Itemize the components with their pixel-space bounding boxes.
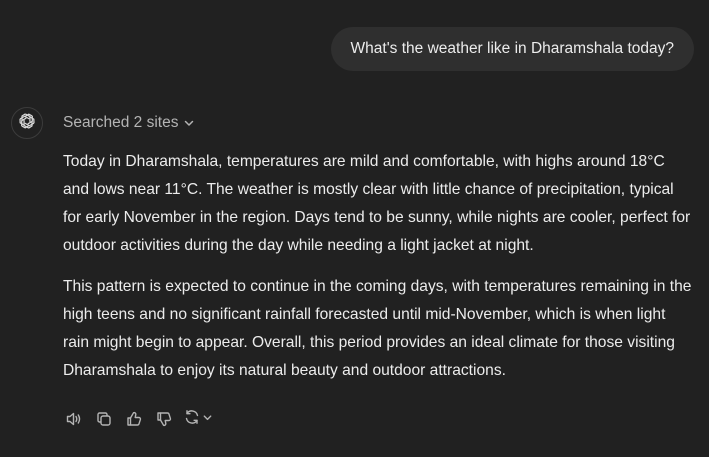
response-actions — [63, 408, 213, 430]
searched-sites-label: Searched 2 sites — [63, 114, 179, 131]
thumbs-down-icon — [155, 410, 173, 428]
regenerate-button[interactable] — [183, 408, 213, 430]
response-paragraph: This pattern is expected to continue in … — [63, 278, 692, 379]
chevron-down-icon — [183, 117, 195, 129]
user-message-bubble: What's the weather like in Dharamshala t… — [330, 27, 694, 71]
read-aloud-button[interactable] — [63, 408, 85, 430]
copy-button[interactable] — [93, 408, 115, 430]
user-message-text: What's the weather like in Dharamshala t… — [350, 40, 674, 57]
regenerate-icon — [183, 408, 201, 431]
chat-page: What's the weather like in Dharamshala t… — [0, 0, 709, 457]
bad-response-button[interactable] — [153, 408, 175, 430]
assistant-response: Today in Dharamshala, temperatures are m… — [63, 148, 693, 398]
good-response-button[interactable] — [123, 408, 145, 430]
copy-icon — [95, 410, 113, 428]
openai-logo-icon — [17, 111, 37, 136]
speaker-icon — [65, 410, 83, 428]
response-paragraph: Today in Dharamshala, temperatures are m… — [63, 153, 691, 254]
assistant-avatar — [11, 107, 43, 139]
searched-sites-toggle[interactable]: Searched 2 sites — [63, 114, 195, 132]
chevron-down-icon — [202, 410, 213, 428]
thumbs-up-icon — [125, 410, 143, 428]
